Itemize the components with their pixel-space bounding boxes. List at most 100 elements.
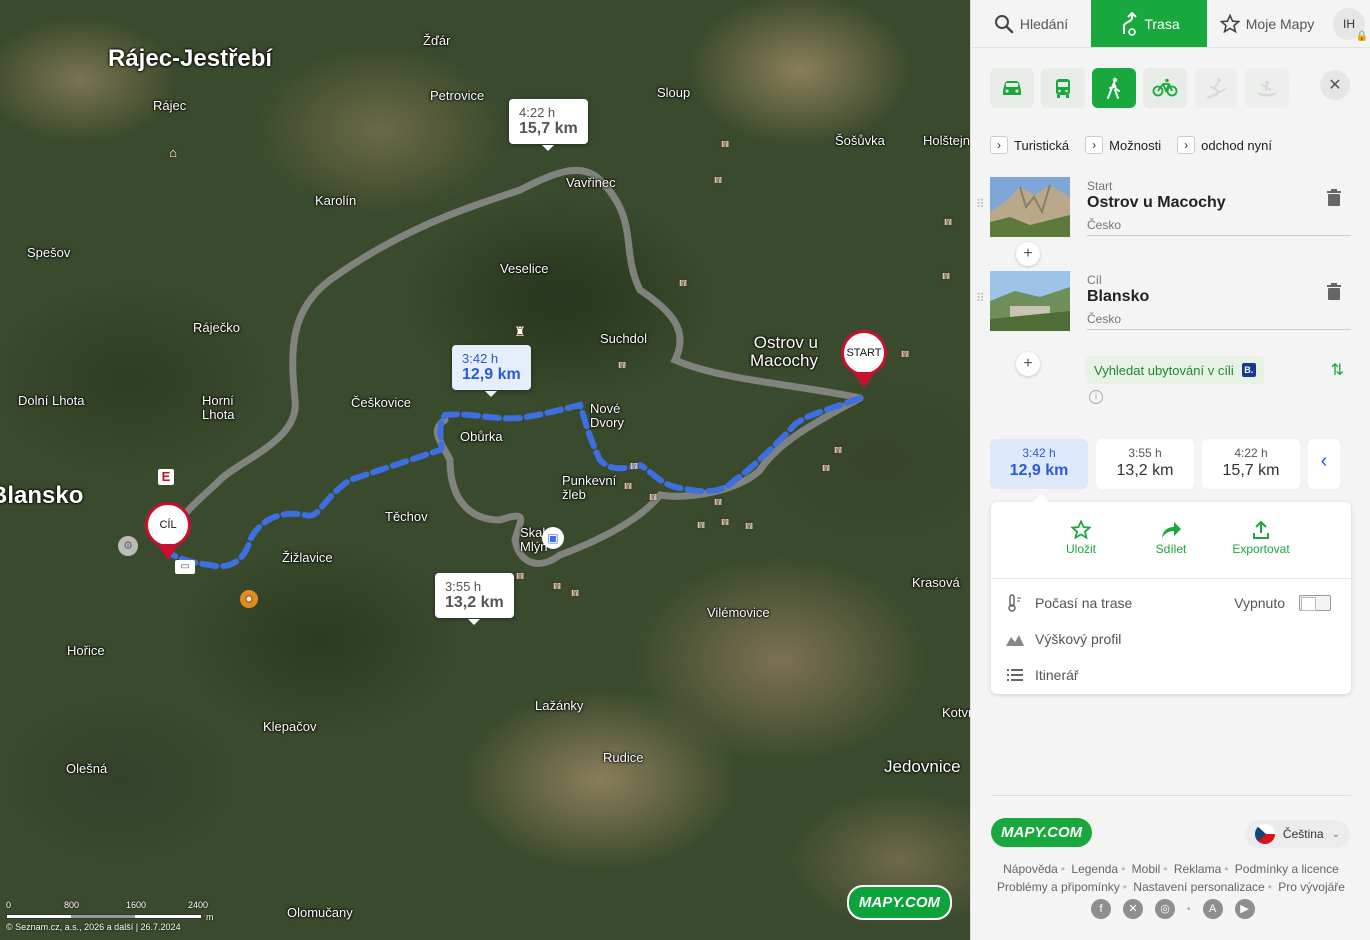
find-accommodation-button[interactable]: Vyhledat ubytování v cíli B. [1086, 356, 1264, 384]
save-button[interactable]: Uložit [1036, 519, 1126, 578]
place-label: Karolín [315, 193, 357, 208]
route-detail-card: Uložit Sdílet Exportovat Počasí na trase… [991, 494, 1351, 694]
route-variant-card[interactable]: 3:42 h 12,9 km [990, 439, 1088, 489]
waypoint-country: Česko [1087, 312, 1122, 326]
footer-link[interactable]: Nápověda [1003, 862, 1058, 876]
mode-walk[interactable] [1092, 68, 1136, 108]
cave-icon[interactable]: ⩎ [717, 136, 733, 150]
tab-route[interactable]: Trasa [1091, 0, 1207, 47]
cave-icon[interactable]: ⩎ [897, 346, 913, 360]
close-route-button[interactable]: ✕ [1320, 70, 1350, 100]
cave-icon[interactable]: ⩎ [693, 517, 709, 531]
mode-bike[interactable] [1143, 68, 1187, 108]
footer-link[interactable]: Pro vývojáře [1278, 880, 1345, 894]
footer-link[interactable]: Mobil [1132, 862, 1161, 876]
language-selector[interactable]: Čeština ⌄ [1244, 820, 1350, 848]
weather-toggle[interactable] [1299, 595, 1331, 611]
place-label: Blansko [0, 482, 84, 509]
route-variants: 3:42 h 12,9 km 3:55 h 13,2 km 4:22 h 15,… [990, 439, 1340, 489]
place-label: Ráječko [193, 320, 240, 335]
waypoint-end[interactable]: ⠿ Cíl Blansko Česko [976, 271, 1352, 333]
route-bubble-active[interactable]: 3:42 h 12,9 km [452, 345, 531, 397]
export-button[interactable]: Exportovat [1216, 520, 1306, 578]
itinerary-row[interactable]: Itinerář [991, 657, 1351, 693]
mapy-logo[interactable]: MAPY.COM [846, 885, 952, 920]
route-bubble-south[interactable]: 3:55 h 13,2 km [435, 573, 514, 625]
booking-icon: B. [1241, 363, 1256, 377]
elevation-row[interactable]: Výškový profil [991, 621, 1351, 657]
route-variant-card[interactable]: 3:55 h 13,2 km [1096, 439, 1194, 489]
route-distance: 15,7 km [519, 120, 578, 137]
fuel-icon[interactable]: ● [240, 590, 258, 608]
footer-link[interactable]: Nastavení personalizace [1133, 880, 1264, 894]
factory-icon[interactable]: ⚙ [118, 536, 138, 556]
add-waypoint-button[interactable]: + [1016, 352, 1040, 376]
scale-unit: m [206, 912, 214, 922]
cave-icon[interactable]: ⩎ [717, 514, 733, 528]
mapy-logo[interactable]: MAPY.COM [991, 818, 1093, 847]
instagram-icon[interactable]: ◎ [1155, 899, 1175, 919]
cave-icon[interactable]: ⩎ [741, 518, 757, 532]
cave-icon[interactable]: ⩎ [620, 478, 636, 492]
footer-link[interactable]: Podmínky a licence [1235, 862, 1339, 876]
option-departure[interactable]: › odchod nyní [1177, 136, 1272, 154]
castle-icon[interactable]: ⌂ [165, 146, 181, 160]
tower-icon[interactable]: ♜ [512, 325, 528, 339]
drag-handle-icon[interactable]: ⠿ [976, 197, 985, 211]
x-icon[interactable]: ✕ [1123, 899, 1143, 919]
mode-public-transport[interactable] [1041, 68, 1085, 108]
cave-icon[interactable]: ⩎ [830, 442, 846, 456]
route-bubble-north[interactable]: 4:22 h 15,7 km [509, 99, 588, 151]
start-pin[interactable]: START [841, 330, 887, 388]
train-station-icon[interactable]: ▭ [175, 560, 195, 574]
bus-stop-icon[interactable]: ▣ [542, 527, 564, 549]
tab-search[interactable]: Hledání [971, 0, 1091, 47]
option-settings[interactable]: › Možnosti [1085, 136, 1161, 154]
previous-route-button[interactable]: ‹ [1308, 439, 1340, 489]
footer-link[interactable]: Problémy a připomínky [997, 880, 1120, 894]
shop-icon[interactable]: E [158, 469, 174, 485]
elevation-label: Výškový profil [1035, 631, 1122, 647]
facebook-icon[interactable]: f [1091, 899, 1111, 919]
cave-icon[interactable]: ⩎ [938, 268, 954, 282]
cave-icon[interactable]: ⩎ [567, 585, 583, 599]
info-icon[interactable]: i [1089, 390, 1103, 404]
scale-tick: 2400 [188, 900, 209, 910]
end-pin[interactable]: CÍL [145, 502, 191, 560]
share-icon [1162, 522, 1181, 538]
place-label: Jedovnice [884, 757, 961, 776]
cave-icon[interactable]: ⩎ [626, 458, 642, 472]
swap-waypoints-button[interactable]: ⇅ [1331, 360, 1344, 380]
option-route-type[interactable]: › Turistická [990, 136, 1069, 154]
route-time: 4:22 h [1234, 446, 1268, 460]
share-button[interactable]: Sdílet [1126, 520, 1216, 578]
cave-icon[interactable]: ⩎ [710, 494, 726, 508]
cave-icon[interactable]: ⩎ [645, 489, 661, 503]
cave-icon[interactable]: ⩎ [614, 357, 630, 371]
user-avatar[interactable]: IH 🔒 [1333, 8, 1368, 42]
map-attribution[interactable]: © Seznam.cz, a.s., 2026 a další | 26.7.2… [6, 922, 216, 932]
cave-icon[interactable]: ⩎ [549, 578, 565, 592]
app-store-icon[interactable]: A [1202, 899, 1223, 919]
cave-icon[interactable]: ⩎ [940, 214, 956, 228]
option-label: Možnosti [1109, 137, 1162, 153]
cave-icon[interactable]: ⩎ [710, 172, 726, 186]
cave-icon[interactable]: ⩎ [512, 568, 528, 582]
cave-icon[interactable]: ⩎ [818, 460, 834, 474]
trash-icon[interactable] [1326, 189, 1342, 207]
mode-car[interactable] [990, 68, 1034, 108]
waypoint-start[interactable]: ⠿ Start Ostrov u Macochy Česko [976, 177, 1352, 239]
scale-tick: 0 [6, 900, 12, 910]
cave-icon[interactable]: ⩎ [675, 275, 691, 289]
tab-my-maps[interactable]: Moje Mapy [1207, 0, 1327, 47]
weather-row[interactable]: Počasí na trase Vypnuto [991, 585, 1351, 621]
route-variant-card[interactable]: 4:22 h 15,7 km [1202, 439, 1300, 489]
footer-link[interactable]: Reklama [1174, 862, 1221, 876]
drag-handle-icon[interactable]: ⠿ [976, 291, 985, 305]
trash-icon[interactable] [1326, 283, 1342, 301]
place-label: Žďár [423, 33, 451, 48]
add-waypoint-button[interactable]: + [1016, 242, 1040, 266]
google-play-icon[interactable]: ▶ [1234, 899, 1255, 919]
map-canvas[interactable]: Rájec-Jestřebí Žďár Petrovice Sloup Šošů… [0, 0, 970, 940]
footer-link[interactable]: Legenda [1071, 862, 1118, 876]
